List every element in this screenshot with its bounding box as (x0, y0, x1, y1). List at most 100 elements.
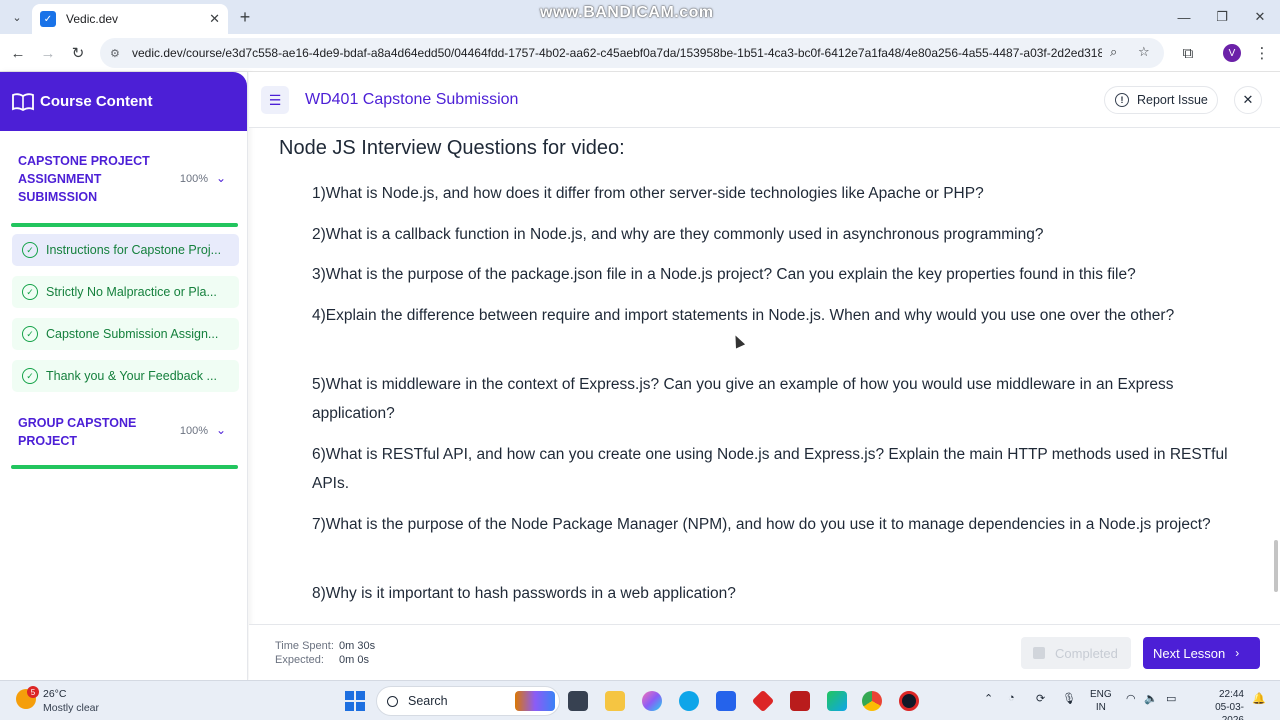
lesson-label: Thank you & Your Feedback ... (46, 369, 217, 383)
content-scrollbar[interactable] (1274, 540, 1278, 592)
section-progress-text: 100% (179, 425, 208, 437)
sidebar-title: Course Content (40, 93, 153, 110)
language-indicator[interactable]: ENG IN (1090, 688, 1112, 714)
extensions-puzzle-icon[interactable]: ⧉ (1178, 43, 1198, 63)
tray-app-icon[interactable]: ◔ (1008, 692, 1015, 704)
close-lesson-icon[interactable]: ✕ (1234, 86, 1262, 114)
section-capstone-assignment[interactable]: CAPSTONE PROJECT ASSIGNMENT SUBIMSSION 1… (0, 152, 248, 206)
browser-toolbar: ← → ↻ ⚙ vedic.dev/course/e3d7c558-ae16-4… (0, 34, 1280, 72)
weather-temperature[interactable]: 26°C (43, 688, 66, 700)
mark-completed-button[interactable]: Completed (1021, 637, 1131, 669)
zoom-magnifier-icon[interactable]: ⌕ (1110, 44, 1117, 60)
windows-taskbar: 5 26°C Mostly clear Search ⌃ ◔ ⟳ 🎙 ENG I… (0, 680, 1280, 720)
lesson-item[interactable]: ✓ Instructions for Capstone Proj... (12, 234, 239, 266)
browser-tab[interactable]: ✓ Vedic.dev ✕ (32, 4, 228, 34)
hamburger-menu-icon[interactable]: ☰ (261, 86, 289, 114)
checkbox-icon (1033, 647, 1045, 659)
language-region: IN (1095, 702, 1106, 713)
content-heading: Node JS Interview Questions for video: (279, 137, 625, 159)
check-circle-icon: ✓ (22, 368, 38, 384)
mcafee-shield-icon[interactable] (790, 691, 810, 711)
lesson-item[interactable]: ✓ Strictly No Malpractice or Pla... (12, 276, 239, 308)
browser-tab-strip: ⌄ ✓ Vedic.dev ✕ + www.BANDICAM.com — ❐ ✕ (0, 0, 1280, 34)
clock-time: 22:44 (1218, 689, 1244, 700)
section-title: GROUP CAPSTONE PROJECT (18, 416, 137, 448)
section-group-capstone[interactable]: GROUP CAPSTONE PROJECT 100% ⌄ (0, 414, 248, 450)
section-title: CAPSTONE PROJECT ASSIGNMENT SUBIMSSION (18, 154, 150, 204)
lesson-item[interactable]: ✓ Capstone Submission Assign... (12, 318, 239, 350)
show-hidden-icons-chevron-icon[interactable]: ⌃ (984, 692, 993, 705)
lesson-item[interactable]: ✓ Thank you & Your Feedback ... (12, 360, 239, 392)
check-circle-icon: ✓ (22, 242, 38, 258)
app-diamond-icon[interactable] (751, 689, 775, 713)
app-feather-icon[interactable] (827, 691, 847, 711)
battery-icon[interactable]: ▭ (1166, 692, 1176, 705)
next-lesson-button[interactable]: Next Lesson › (1143, 637, 1260, 669)
copilot-icon[interactable] (642, 691, 662, 711)
next-lesson-label: Next Lesson (1153, 645, 1226, 661)
lesson-label: Capstone Submission Assign... (46, 327, 219, 341)
course-sidebar: Course Content CAPSTONE PROJECT ASSIGNME… (0, 72, 248, 680)
section-progress-bar (11, 223, 238, 227)
vedic-favicon-icon: ✓ (40, 11, 56, 27)
lesson-title: WD401 Capstone Submission (305, 91, 519, 108)
address-bar[interactable]: ⚙ vedic.dev/course/e3d7c558-ae16-4de9-bd… (100, 38, 1164, 68)
weather-badge: 5 (27, 686, 39, 698)
expected-label: Expected: (275, 654, 324, 666)
search-icon (387, 695, 398, 707)
chevron-down-icon[interactable]: ⌄ (216, 423, 226, 437)
lesson-label: Instructions for Capstone Proj... (46, 243, 222, 257)
edge-browser-icon[interactable] (679, 691, 699, 711)
recording-watermark: www.BANDICAM.com (540, 4, 714, 21)
section-progress-bar (11, 465, 238, 469)
check-circle-icon: ✓ (22, 284, 38, 300)
task-view-icon[interactable] (568, 691, 588, 711)
back-arrow-icon[interactable]: ← (8, 43, 28, 63)
bandicam-record-icon[interactable] (899, 691, 919, 711)
report-issue-label: Report Issue (1137, 93, 1208, 107)
microsoft-store-icon[interactable] (716, 691, 736, 711)
volume-icon[interactable]: 🔈 (1144, 692, 1158, 705)
site-info-icon[interactable]: ⚙ (110, 47, 126, 60)
weather-description[interactable]: Mostly clear (43, 702, 99, 714)
system-clock[interactable]: 22:44 05-03-2026 (1196, 688, 1244, 720)
tab-search-chevron-icon[interactable]: ⌄ (6, 7, 28, 27)
profile-avatar[interactable]: V (1223, 44, 1241, 62)
question-item: 7)What is the purpose of the Node Packag… (312, 516, 1211, 533)
chevron-right-icon: › (1235, 646, 1240, 660)
section-progress-text: 100% (179, 173, 208, 185)
report-issue-button[interactable]: ! Report Issue (1104, 86, 1218, 114)
reload-icon[interactable]: ↻ (68, 43, 88, 63)
check-circle-icon: ✓ (22, 326, 38, 342)
lesson-footer: Time Spent: 0m 30s Expected: 0m 0s Complet… (249, 624, 1280, 680)
restore-window-icon[interactable]: ❐ (1212, 8, 1232, 26)
minimize-window-icon[interactable]: — (1174, 8, 1194, 26)
alert-circle-icon: ! (1115, 93, 1129, 107)
time-spent-label: Time Spent: (275, 640, 334, 652)
question-item: 6)What is RESTful API, and how can you c… (312, 446, 1228, 492)
question-item: 8)Why is it important to hash passwords … (312, 585, 736, 602)
close-window-icon[interactable]: ✕ (1250, 8, 1270, 26)
lesson-header: ☰ WD401 Capstone Submission ! Report Iss… (249, 72, 1280, 128)
sidebar-header: Course Content (0, 72, 247, 131)
tray-sync-icon[interactable]: ⟳ (1036, 692, 1045, 705)
search-highlight-icon[interactable] (515, 691, 555, 711)
lesson-label: Strictly No Malpractice or Pla... (46, 285, 217, 299)
completed-label: Completed (1055, 645, 1118, 661)
bookmark-star-icon[interactable]: ☆ (1138, 44, 1150, 60)
microphone-icon[interactable]: 🎙 (1062, 692, 1076, 705)
taskbar-search-label: Search (408, 694, 448, 708)
question-item: 1)What is Node.js, and how does it diffe… (312, 185, 984, 202)
tab-close-icon[interactable]: ✕ (209, 11, 220, 27)
wifi-icon[interactable]: ◠ (1126, 692, 1136, 705)
windows-start-icon[interactable] (345, 691, 365, 711)
file-explorer-icon[interactable] (605, 691, 625, 711)
chevron-down-icon[interactable]: ⌄ (216, 171, 226, 185)
notification-bell-icon[interactable]: 🔔 (1252, 692, 1266, 705)
browser-menu-icon[interactable]: ⋮ (1252, 43, 1272, 63)
tab-title: Vedic.dev (66, 12, 119, 26)
forward-arrow-icon[interactable]: → (38, 43, 58, 63)
language-code: ENG (1090, 689, 1112, 700)
chrome-browser-icon[interactable] (862, 691, 882, 711)
new-tab-plus-icon[interactable]: + (236, 7, 254, 27)
